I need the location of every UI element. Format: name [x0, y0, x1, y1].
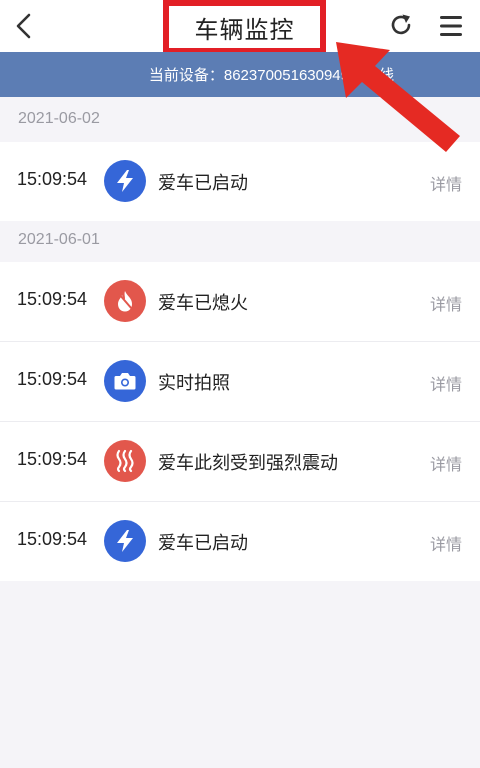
hamburger-menu-icon — [440, 16, 462, 36]
event-text: 爱车已熄火 — [158, 293, 248, 313]
detail-link[interactable]: 详情 — [430, 171, 462, 195]
event-time: 15:09:54 — [17, 169, 88, 189]
device-status-bar: 当前设备：862370051630949（离线 — [0, 52, 480, 97]
device-status-text: 当前设备：862370051630949（离线 — [148, 67, 394, 84]
date-header: 2021-06-02 — [18, 110, 100, 127]
event-group: 15:09:54 爱车已启动 详情 — [0, 142, 480, 221]
refresh-button[interactable] — [388, 12, 414, 38]
app-header: 车辆监控 — [0, 0, 480, 54]
refresh-icon — [391, 14, 411, 35]
event-text: 爱车已启动 — [158, 173, 248, 193]
event-time: 15:09:54 — [17, 289, 88, 309]
lightning-icon — [104, 520, 146, 562]
detail-link[interactable]: 详情 — [430, 371, 462, 395]
detail-link[interactable]: 详情 — [430, 531, 462, 555]
detail-link[interactable]: 详情 — [430, 291, 462, 315]
event-time: 15:09:54 — [17, 369, 88, 389]
event-text: 实时拍照 — [158, 373, 230, 393]
vibration-icon — [104, 440, 146, 482]
event-time: 15:09:54 — [17, 449, 88, 469]
chevron-left-icon — [16, 13, 31, 39]
event-row[interactable]: 15:09:54 实时拍照 详情 — [0, 342, 480, 422]
flame-icon — [104, 280, 146, 322]
back-button[interactable] — [10, 10, 40, 42]
camera-icon — [104, 360, 146, 402]
event-row[interactable]: 15:09:54 爱车已启动 详情 — [0, 142, 480, 221]
page-title: 车辆监控 — [194, 16, 295, 44]
event-row[interactable]: 15:09:54 爱车已熄火 详情 — [0, 262, 480, 342]
date-header: 2021-06-01 — [18, 231, 100, 248]
detail-link[interactable]: 详情 — [430, 451, 462, 475]
lightning-icon — [104, 160, 146, 202]
event-row[interactable]: 15:09:54 爱车此刻受到强烈震动 详情 — [0, 422, 480, 502]
event-time: 15:09:54 — [17, 529, 88, 549]
event-row[interactable]: 15:09:54 爱车已启动 详情 — [0, 502, 480, 581]
event-text: 爱车此刻受到强烈震动 — [158, 453, 338, 473]
menu-button[interactable] — [439, 14, 463, 38]
event-text: 爱车已启动 — [158, 533, 248, 553]
title-highlight-box: 车辆监控 — [163, 0, 326, 54]
event-group: 15:09:54 爱车已熄火 详情 15:09:54 实时拍照 详情 15:09… — [0, 262, 480, 581]
